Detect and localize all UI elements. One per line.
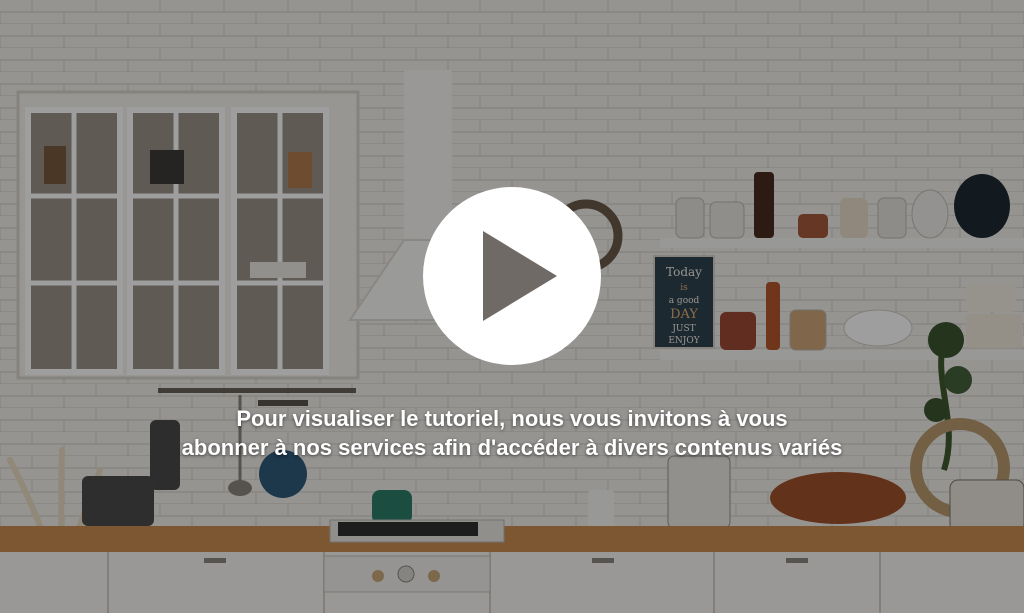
video-player[interactable]: Today is a good DAY JUST ENJOY Pour visu… — [0, 0, 1024, 613]
message-line-2: abonner à nos services afin d'accéder à … — [181, 435, 843, 460]
play-icon — [483, 231, 557, 321]
message-line-1: Pour visualiser le tutoriel, nous vous i… — [236, 406, 788, 431]
play-button[interactable] — [423, 187, 601, 365]
subscription-message: Pour visualiser le tutoriel, nous vous i… — [0, 404, 1024, 462]
